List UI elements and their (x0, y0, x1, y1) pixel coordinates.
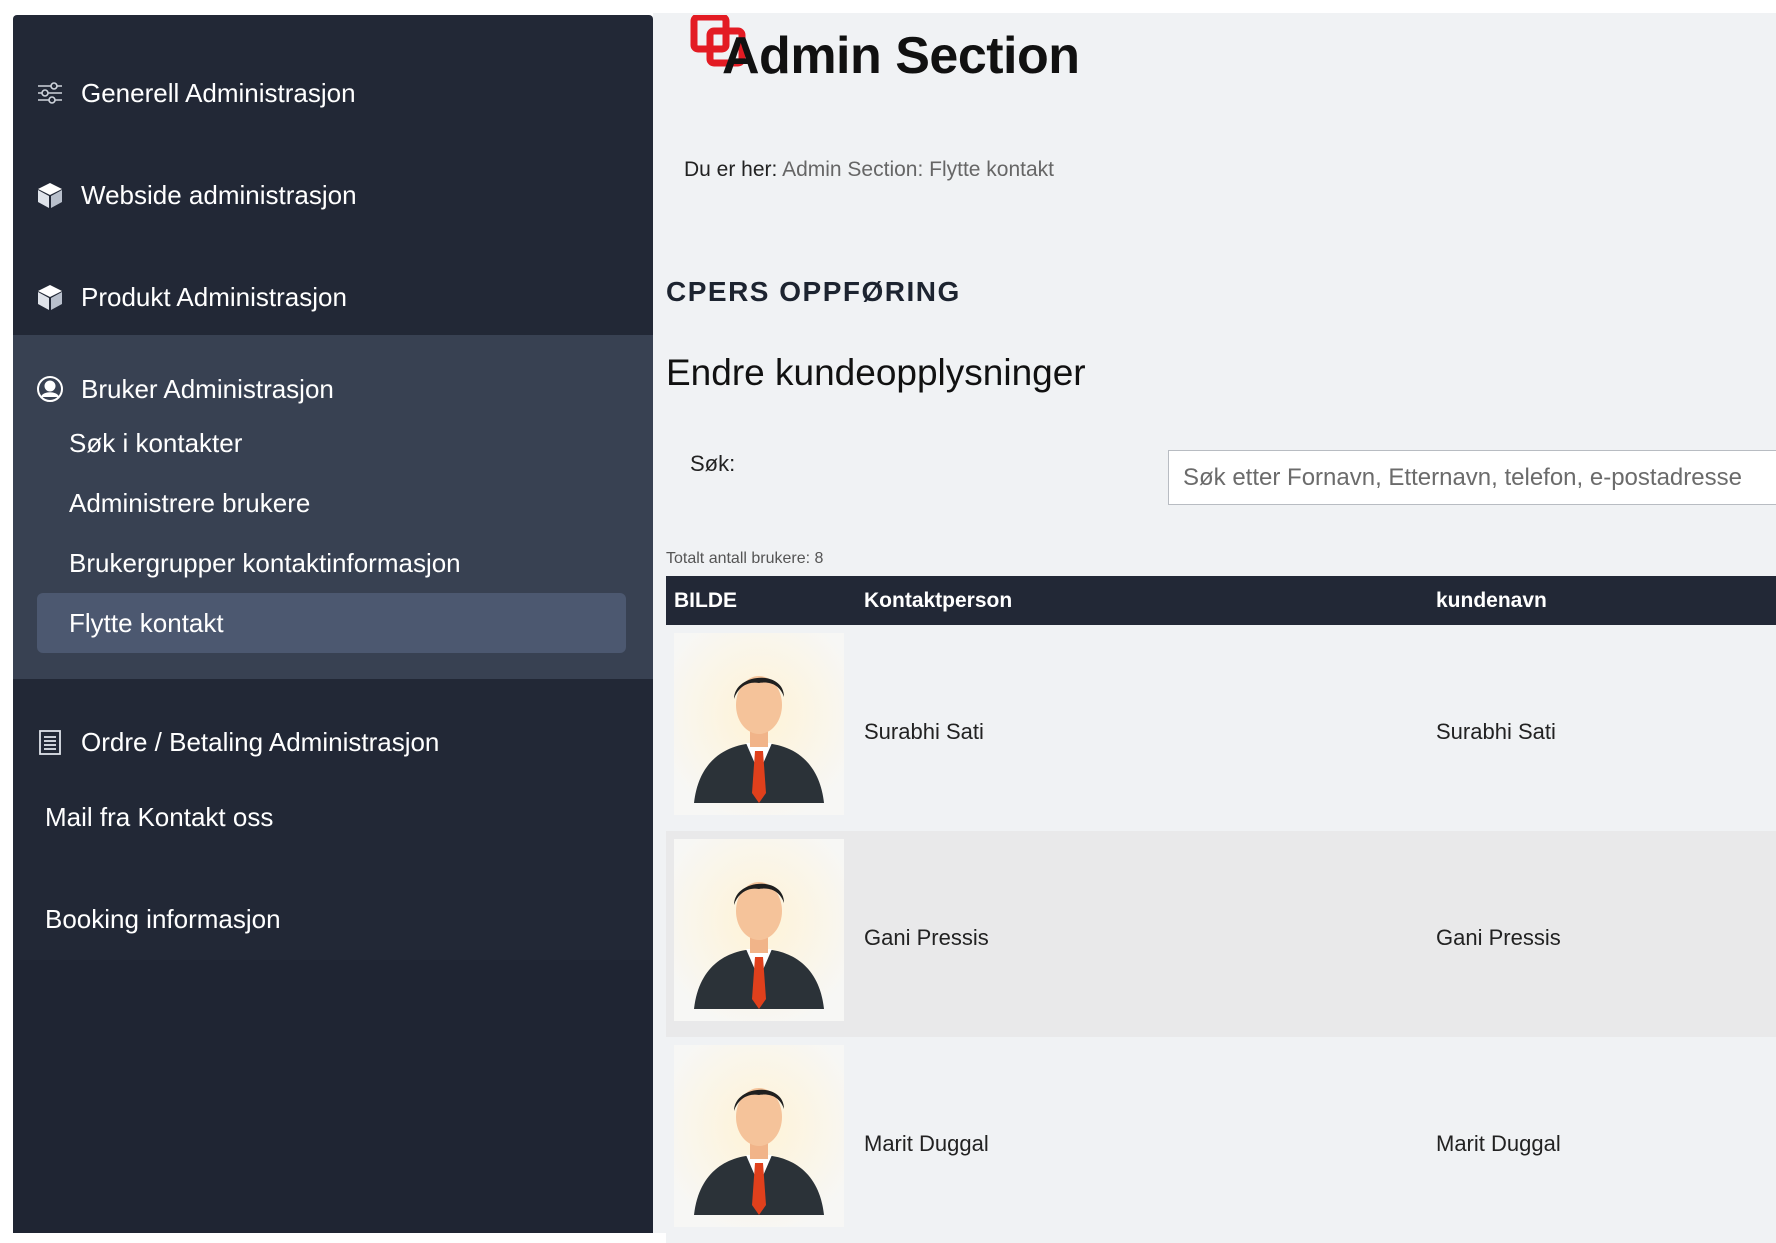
table-row[interactable]: Gani Pressis Gani Pressis (666, 831, 1776, 1037)
sidebar-subitem-label: Brukergrupper kontaktinformasjon (69, 547, 461, 578)
box-icon (35, 282, 65, 312)
avatar (674, 633, 844, 815)
sidebar-item-produkt-administrasjon[interactable]: Produkt Administrasjon (13, 267, 653, 327)
section-subheading: Endre kundeopplysninger (666, 352, 1086, 393)
table-row[interactable]: Marit Duggal Marit Duggal (666, 1037, 1776, 1243)
table-row[interactable]: Surabhi Sati Surabhi Sati (666, 625, 1776, 831)
bruker-administrasjon-group: Bruker Administrasjon Søk i kontakter Ad… (13, 335, 653, 679)
sidebar-subitem-brukergrupper[interactable]: Brukergrupper kontaktinformasjon (37, 533, 626, 593)
sidebar-subitem-label: Flytte kontakt (69, 607, 224, 638)
sidebar-item-booking-informasjon[interactable]: Booking informasjon (13, 889, 653, 949)
total-users: Totalt antall brukere: 8 (666, 550, 824, 567)
kontaktperson-cell: Surabhi Sati (864, 719, 984, 744)
kontaktperson-cell: Marit Duggal (864, 1131, 989, 1156)
kundenavn-cell: Surabhi Sati (1436, 719, 1556, 744)
kundenavn-cell: Marit Duggal (1436, 1131, 1561, 1156)
box-icon (35, 180, 65, 210)
sidebar-item-label: Generell Administrasjon (81, 77, 356, 108)
sidebar-item-webside-administrasjon[interactable]: Webside administrasjon (13, 165, 653, 225)
sidebar-item-label: Ordre / Betaling Administrasjon (81, 726, 440, 757)
sidebar-item-label: Mail fra Kontakt oss (45, 801, 274, 832)
column-header-kundenavn[interactable]: kundenavn (1436, 589, 1547, 613)
sidebar-subitem-flytte-kontakt[interactable]: Flytte kontakt (37, 593, 626, 653)
breadcrumb-path[interactable]: Admin Section: Flytte kontakt (782, 158, 1054, 181)
column-header-bilde[interactable]: BILDE (674, 589, 737, 613)
sidebar-subitem-sok-i-kontakter[interactable]: Søk i kontakter (37, 413, 626, 473)
user-circle-icon (35, 374, 65, 404)
sidebar-subitem-label: Administrere brukere (69, 487, 311, 518)
breadcrumb-prefix: Du er her: (684, 158, 778, 181)
sidebar-item-label: Booking informasjon (45, 903, 281, 934)
sidebar-item-label: Produkt Administrasjon (81, 281, 347, 312)
table-header: BILDE Kontaktperson kundenavn (666, 576, 1776, 625)
sidebar: Generell Administrasjon Webside administ… (13, 15, 653, 1233)
search-input[interactable] (1168, 450, 1776, 505)
sidebar-item-ordre-betaling[interactable]: Ordre / Betaling Administrasjon (13, 712, 653, 772)
kundenavn-cell: Gani Pressis (1436, 925, 1561, 950)
kontaktperson-cell: Gani Pressis (864, 925, 989, 950)
search-label: Søk: (690, 451, 736, 476)
sliders-icon (35, 78, 65, 108)
sidebar-item-generell-administrasjon[interactable]: Generell Administrasjon (13, 63, 653, 123)
sidebar-item-bruker-administrasjon[interactable]: Bruker Administrasjon (13, 359, 653, 419)
breadcrumb: Du er her: Admin Section: Flytte kontakt (684, 158, 1054, 182)
avatar (674, 839, 844, 1021)
sidebar-item-label: Webside administrasjon (81, 179, 357, 210)
sidebar-subitem-administrere-brukere[interactable]: Administrere brukere (37, 473, 626, 533)
section-heading: CPERS OPPFØRING (666, 276, 961, 307)
sidebar-item-mail-fra-kontakt-oss[interactable]: Mail fra Kontakt oss (13, 787, 653, 847)
avatar (674, 1045, 844, 1227)
page-title: Admin Section (722, 27, 1080, 85)
sidebar-footer-area (13, 960, 653, 1233)
sidebar-subitem-label: Søk i kontakter (69, 427, 243, 458)
column-header-kontaktperson[interactable]: Kontaktperson (864, 589, 1012, 613)
sidebar-item-label: Bruker Administrasjon (81, 373, 334, 404)
receipt-icon (35, 727, 65, 757)
